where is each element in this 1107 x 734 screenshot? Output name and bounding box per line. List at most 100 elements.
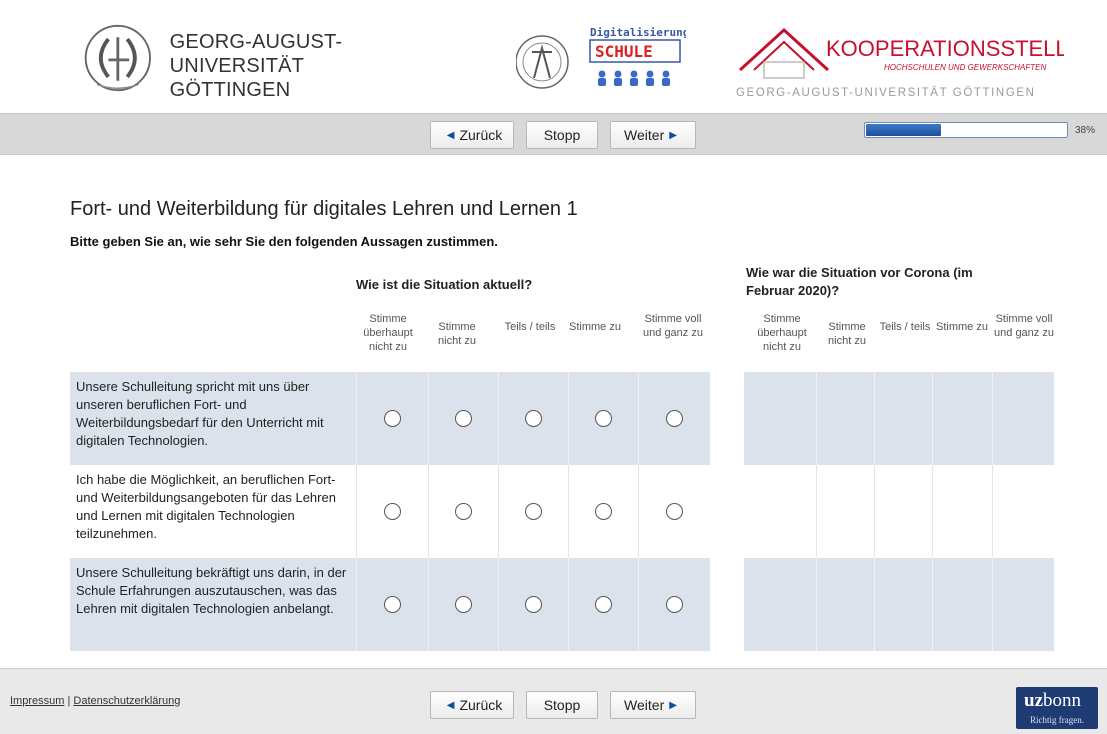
university-name: GEORG-AUGUST-UNIVERSITÄT GÖTTINGEN <box>170 30 460 102</box>
empty-cell <box>874 372 932 465</box>
next-label: Weiter <box>624 127 665 143</box>
next-label: Weiter <box>624 697 665 713</box>
answer-cell <box>498 372 568 465</box>
footer: Impressum | Datenschutzerklärung ◀ Zurück… <box>0 668 1107 734</box>
radio-q3-option3[interactable] <box>525 596 542 613</box>
footer-links: Impressum | Datenschutzerklärung <box>10 695 180 707</box>
question-text: Unsere Schulleitung bekräftigt uns darin… <box>76 565 347 616</box>
chevron-right-icon: ▶ <box>669 699 677 711</box>
radio-q3-option2[interactable] <box>455 596 472 613</box>
answer-cell <box>428 372 498 465</box>
progress-bar-fill <box>866 124 941 136</box>
instruction-text: Bitte geben Sie an, wie sehr Sie den fol… <box>70 234 498 249</box>
top-navigation-bar: ◀ Zurück Stopp Weiter ▶ 38% <box>0 113 1107 155</box>
koop-subtitle: HOCHSCHULEN UND GEWERKSCHAFTEN <box>884 63 1046 72</box>
digi-word: SCHULE <box>595 42 653 61</box>
before-corona-row-1 <box>744 372 1054 465</box>
empty-cell <box>932 465 992 558</box>
radio-q1-option3[interactable] <box>525 410 542 427</box>
next-button-top[interactable]: Weiter ▶ <box>610 121 696 149</box>
stiftung-seal-icon <box>516 35 569 89</box>
group-heading-current: Wie ist die Situation aktuell? <box>356 277 533 292</box>
radio-q2-option3[interactable] <box>525 503 542 520</box>
column-header: Stimme zu <box>569 321 621 333</box>
question-text: Ich habe die Möglichkeit, an beruflichen… <box>76 472 336 541</box>
radio-q3-option1[interactable] <box>384 596 401 613</box>
header: GEORG-AUGUST-UNIVERSITÄT GÖTTINGEN Digit… <box>0 0 1107 113</box>
column-header: Stimme überhaupt nicht zu <box>757 313 807 353</box>
column-header: Stimme nicht zu <box>828 321 866 347</box>
radio-q3-option4[interactable] <box>595 596 612 613</box>
before-corona-row-3 <box>744 558 1054 651</box>
question-row-1: Unsere Schulleitung spricht mit uns über… <box>70 372 710 465</box>
stop-label: Stopp <box>543 697 581 713</box>
radio-q1-option1[interactable] <box>384 410 401 427</box>
answer-cell <box>568 558 638 651</box>
radio-q2-option1[interactable] <box>384 503 401 520</box>
column-header: Stimme zu <box>936 321 988 333</box>
university-logo: GEORG-AUGUST-UNIVERSITÄT GÖTTINGEN <box>80 20 460 102</box>
digitalisierung-schule-logo: Digitalisierung SCHULE <box>516 26 686 89</box>
empty-cell <box>874 558 932 651</box>
answer-cell <box>638 465 710 558</box>
empty-cell <box>816 465 874 558</box>
before-corona-row-2 <box>744 465 1054 558</box>
empty-cell <box>992 372 1054 465</box>
kooperationsstelle-logo: KOOPERATIONSSTELLE HOCHSCHULEN UND GEWER… <box>736 27 1064 99</box>
answer-cell <box>498 465 568 558</box>
column-header: Stimme nicht zu <box>438 321 476 347</box>
column-header: Teils / teils <box>879 321 931 333</box>
empty-cell <box>932 558 992 651</box>
answer-cell <box>568 372 638 465</box>
radio-q1-option5[interactable] <box>666 410 683 427</box>
radio-q1-option4[interactable] <box>595 410 612 427</box>
survey-page: GEORG-AUGUST-UNIVERSITÄT GÖTTINGEN Digit… <box>0 0 1107 734</box>
question-row-3: Unsere Schulleitung bekräftigt uns darin… <box>70 558 710 651</box>
radio-q2-option4[interactable] <box>595 503 612 520</box>
answer-cell <box>638 372 710 465</box>
stop-button-bottom[interactable]: Stopp <box>526 691 598 719</box>
datenschutz-link[interactable]: Datenschutzerklärung <box>73 695 180 707</box>
chevron-right-icon: ▶ <box>669 129 677 141</box>
next-button-bottom[interactable]: Weiter ▶ <box>610 691 696 719</box>
column-header: Stimme überhaupt nicht zu <box>363 313 413 353</box>
answer-cell <box>428 465 498 558</box>
people-icon <box>598 70 670 86</box>
university-name-line2: GÖTTINGEN <box>169 79 291 101</box>
answer-cell <box>638 558 710 651</box>
chevron-left-icon: ◀ <box>446 129 455 141</box>
empty-cell <box>932 372 992 465</box>
radio-q2-option5[interactable] <box>666 503 683 520</box>
koop-university-line: GEORG-AUGUST-UNIVERSITÄT GÖTTINGEN <box>736 87 1036 99</box>
stop-button-top[interactable]: Stopp <box>526 121 598 149</box>
column-header: Stimme voll und ganz zu <box>643 313 703 339</box>
koop-title: KOOPERATIONSSTELLE <box>826 36 1064 61</box>
answer-cell <box>356 558 428 651</box>
back-button-top[interactable]: ◀ Zurück <box>430 121 514 149</box>
column-header: Stimme voll und ganz zu <box>994 313 1054 339</box>
radio-q3-option5[interactable] <box>666 596 683 613</box>
answer-cell <box>356 465 428 558</box>
back-button-bottom[interactable]: ◀ Zurück <box>430 691 514 719</box>
progress-label: 38% <box>1075 125 1096 136</box>
column-header: Teils / teils <box>504 321 556 333</box>
university-seal-icon <box>84 24 151 92</box>
radio-q1-option2[interactable] <box>455 410 472 427</box>
empty-cell <box>992 465 1054 558</box>
radio-q2-option2[interactable] <box>455 503 472 520</box>
question-row-2: Ich habe die Möglichkeit, an beruflichen… <box>70 465 710 558</box>
impressum-link[interactable]: Impressum <box>10 695 64 707</box>
answer-cell <box>568 465 638 558</box>
university-name-line1: GEORG-AUGUST-UNIVERSITÄT <box>169 31 343 77</box>
uzbonn-logo: uzbonn Richtig fragen. <box>1016 687 1098 729</box>
empty-cell <box>874 465 932 558</box>
question-text: Unsere Schulleitung spricht mit uns über… <box>76 379 324 448</box>
chevron-left-icon: ◀ <box>446 699 455 711</box>
page-title: Fort- und Weiterbildung für digitales Le… <box>70 198 578 220</box>
answer-cell <box>356 372 428 465</box>
answer-cell <box>498 558 568 651</box>
survey-content: Fort- und Weiterbildung für digitales Le… <box>0 156 1107 668</box>
uzbonn-wordmark: uzbonn <box>1024 690 1081 711</box>
back-label: Zurück <box>459 127 503 143</box>
empty-cell <box>816 372 874 465</box>
